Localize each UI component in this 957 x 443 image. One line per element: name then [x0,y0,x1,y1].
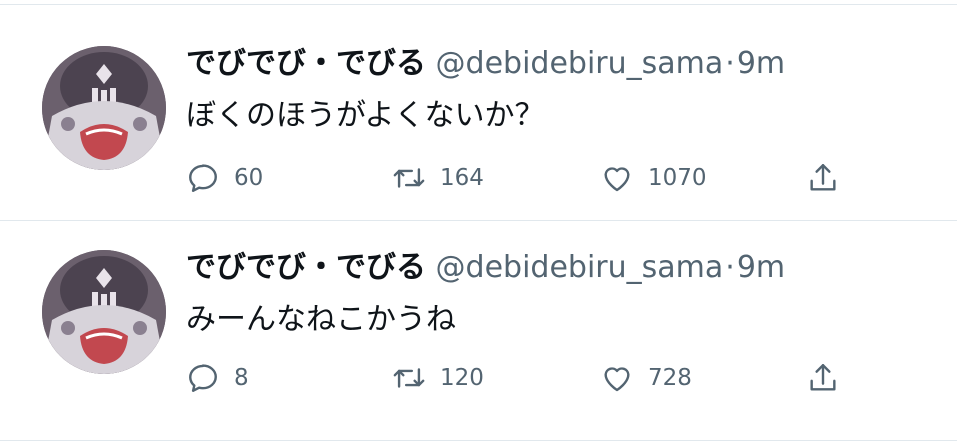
retweet-button[interactable]: 164 [392,158,484,198]
heart-icon [604,167,630,192]
timestamp[interactable]: 9m [737,46,785,81]
share-button[interactable] [806,358,840,398]
tweet[interactable]: でびでび・でびる @debidebiru_sama·9m みーんなねこかうね 8… [0,220,957,438]
avatar-image [42,250,166,374]
separator: · [725,250,735,285]
retweet-icon [393,368,425,388]
user-handle[interactable]: @debidebiru_sama [436,250,724,285]
reply-icon [189,364,217,392]
share-icon [810,364,836,391]
like-button[interactable]: 728 [600,358,692,398]
tweet[interactable]: でびでび・でびる @debidebiru_sama·9m ぼくのほうがよくないか… [0,4,957,222]
tweet-header: でびでび・でびる @debidebiru_sama·9m [186,248,785,288]
retweet-button[interactable]: 120 [392,358,484,398]
like-button[interactable]: 1070 [600,158,707,198]
separator: · [725,46,735,81]
reply-count: 8 [234,365,249,391]
reply-button[interactable]: 60 [186,158,263,198]
tweet-header: でびでび・でびる @debidebiru_sama·9m [186,44,785,84]
tweet-text: ぼくのほうがよくないか？ [186,98,545,133]
retweet-icon [393,168,425,188]
avatar-image [42,46,166,170]
share-icon [810,164,836,191]
retweet-count: 164 [440,165,484,191]
action-bar: 60 164 1070 [186,158,866,198]
reply-button[interactable]: 8 [186,358,249,398]
reply-icon [189,164,217,192]
heart-icon [604,367,630,392]
user-handle[interactable]: @debidebiru_sama [436,46,724,81]
avatar[interactable] [42,46,166,170]
reply-count: 60 [234,165,264,191]
display-name[interactable]: でびでび・でびる [186,250,426,285]
like-count: 1070 [648,165,707,191]
share-button[interactable] [806,158,840,198]
action-bar: 8 120 728 [186,358,866,398]
bottom-divider [0,440,957,441]
tweet-text: みーんなねこかうね [186,302,456,337]
display-name[interactable]: でびでび・でびる [186,46,426,81]
avatar[interactable] [42,250,166,374]
timestamp[interactable]: 9m [737,250,785,285]
like-count: 728 [648,365,692,391]
retweet-count: 120 [440,365,484,391]
